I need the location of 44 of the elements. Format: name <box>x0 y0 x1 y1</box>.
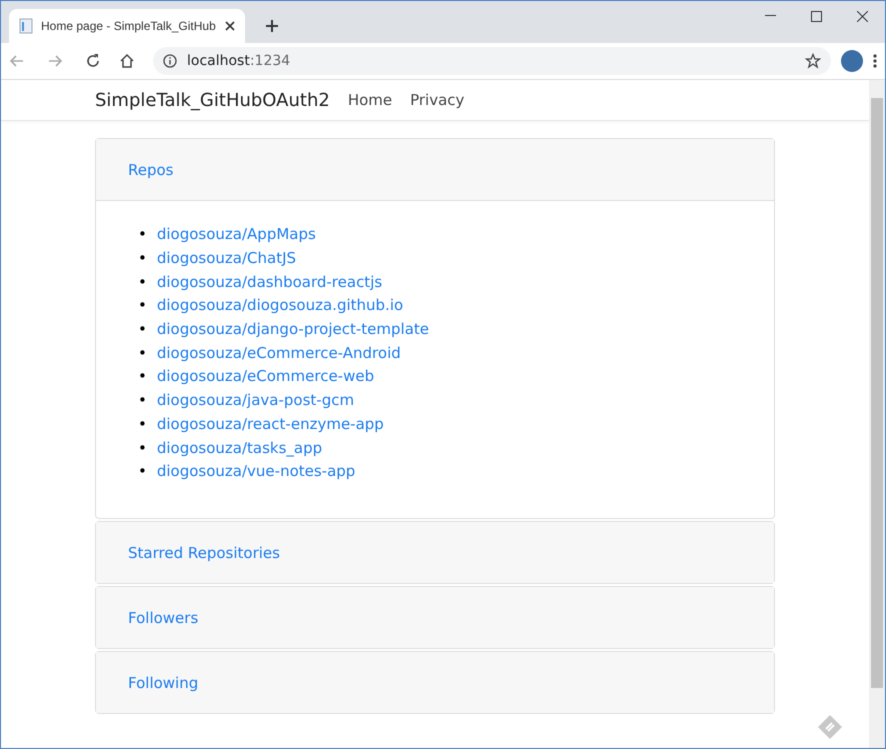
star-icon[interactable] <box>805 53 821 69</box>
repo-link[interactable]: diogosouza/java-post-gcm <box>156 389 354 413</box>
repo-link[interactable]: diogosouza/dashboard-reactjs <box>156 270 382 294</box>
profile-avatar[interactable] <box>841 50 863 72</box>
list-bullet: • <box>138 224 147 246</box>
site-brand[interactable]: SimpleTalk_GitHubOAuth2 <box>95 90 330 111</box>
list-bullet: • <box>138 248 147 269</box>
repo-link[interactable]: diogosouza/django-project-template <box>156 318 430 342</box>
list-bullet: • <box>138 414 147 435</box>
repo-link[interactable]: diogosouza/AppMaps <box>156 223 316 247</box>
list-bullet: • <box>138 342 147 364</box>
repo-link[interactable]: diogosouza/eCommerce-web <box>156 365 374 390</box>
list-bullet: • <box>138 295 147 316</box>
list-bullet: • <box>138 461 147 482</box>
repo-link[interactable]: diogosouza/vue-notes-app <box>156 460 356 484</box>
repo-link[interactable]: diogosouza/react-enzyme-app <box>156 412 384 437</box>
panel-toggle[interactable]: Starred Repositories <box>128 544 280 562</box>
list-bullet: • <box>138 438 147 459</box>
info-icon <box>163 54 177 68</box>
list-bullet: • <box>138 366 147 388</box>
address-host: localhost <box>187 53 250 69</box>
nav-link[interactable]: Privacy <box>410 91 464 110</box>
list-bullet: • <box>138 319 147 340</box>
new-tab-icon[interactable] <box>265 19 279 33</box>
panel-toggle[interactable]: Followers <box>128 608 198 626</box>
repo-link[interactable]: diogosouza/diogosouza.github.io <box>156 294 404 318</box>
scrollbar[interactable] <box>869 80 885 748</box>
browser-tab[interactable]: Home page - SimpleTalk_GitHub <box>9 9 245 43</box>
address-port: :1234 <box>250 53 290 69</box>
repo-link[interactable]: diogosouza/tasks_app <box>156 436 322 460</box>
list-bullet: • <box>138 272 147 293</box>
address-bar[interactable]: localhost:1234 <box>153 47 831 75</box>
home-icon[interactable] <box>119 53 135 69</box>
menu-icon[interactable] <box>873 53 877 69</box>
panel-toggle[interactable]: Following <box>128 674 198 692</box>
close-tab-icon[interactable] <box>225 21 235 31</box>
reload-icon[interactable] <box>85 53 101 69</box>
list-bullet: • <box>138 390 147 412</box>
repo-link[interactable]: diogosouza/ChatJS <box>156 246 296 271</box>
document-icon <box>19 18 33 34</box>
nav-link[interactable]: Home <box>348 91 392 110</box>
repo-link[interactable]: diogosouza/eCommerce-Android <box>156 342 401 366</box>
panel-toggle[interactable]: Repos <box>128 160 174 179</box>
tab-title: Home page - SimpleTalk_GitHub <box>41 19 216 33</box>
